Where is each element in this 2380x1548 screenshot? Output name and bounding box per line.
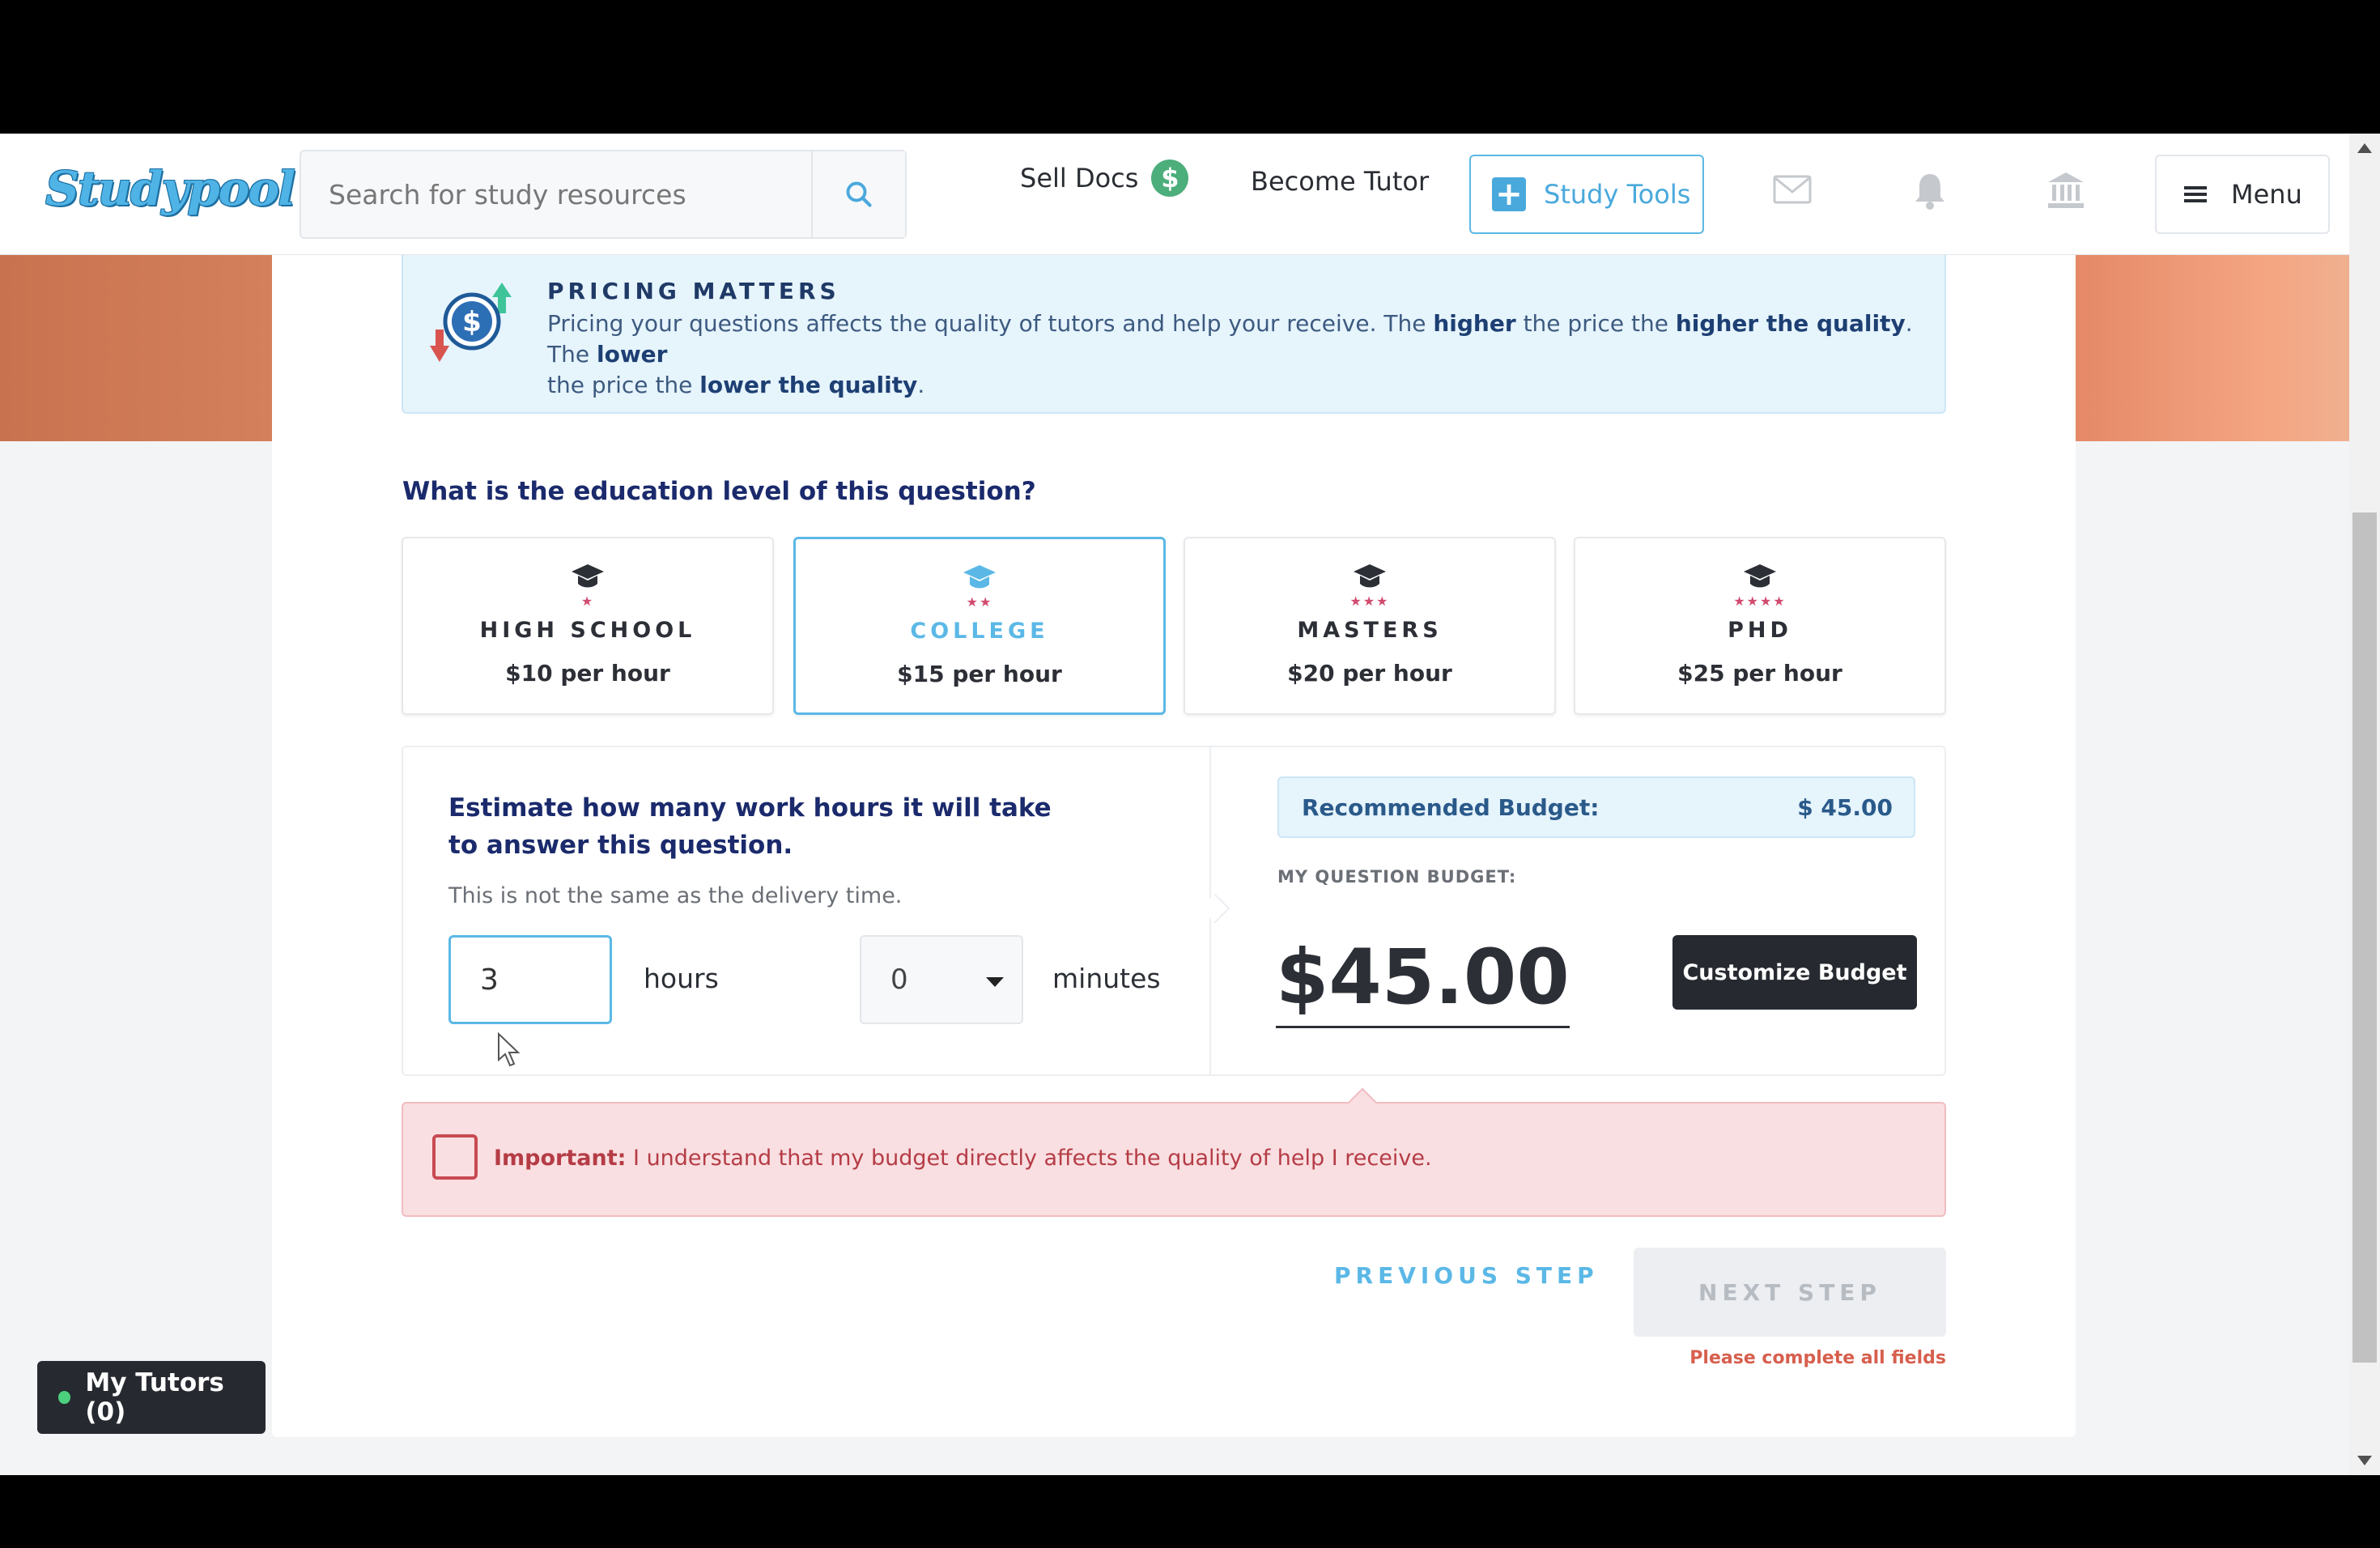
customize-budget-button[interactable]: Customize Budget xyxy=(1672,935,1917,1010)
dollar-icon: $ xyxy=(1151,159,1189,197)
previous-step-button[interactable]: PREVIOUS STEP xyxy=(1334,1262,1599,1289)
bell-icon[interactable] xyxy=(1906,166,1954,215)
estimate-budget-panel: Estimate how many work hours it will tak… xyxy=(402,746,1946,1076)
level-price: $10 per hour xyxy=(505,660,670,687)
search-button[interactable] xyxy=(811,151,905,237)
graduation-cap-icon xyxy=(1354,564,1386,588)
scrollbar-thumb[interactable] xyxy=(2352,512,2377,1363)
sell-docs-label: Sell Docs xyxy=(1020,163,1139,194)
hamburger-icon xyxy=(2184,186,2207,202)
mail-icon[interactable] xyxy=(1768,166,1817,215)
study-tools-button[interactable]: + Study Tools xyxy=(1469,155,1704,234)
incomplete-fields-message: Please complete all fields xyxy=(1689,1348,1946,1368)
level-name: COLLEGE xyxy=(910,619,1049,644)
menu-button[interactable]: Menu xyxy=(2155,155,2330,234)
recommended-budget: Recommended Budget: $ 45.00 xyxy=(1277,776,1915,838)
level-stars: ★★★ xyxy=(1349,593,1390,609)
minutes-value: 0 xyxy=(890,963,908,996)
recommended-budget-value: $ 45.00 xyxy=(1797,793,1893,821)
my-budget-value[interactable]: $45.00 xyxy=(1276,935,1570,1028)
level-price: $15 per hour xyxy=(897,661,1062,687)
level-option-college[interactable]: ★★ COLLEGE $15 per hour xyxy=(793,537,1166,715)
recommended-budget-label: Recommended Budget: xyxy=(1302,793,1600,821)
search-input[interactable] xyxy=(301,151,813,237)
pricing-description: Pricing your questions affects the quali… xyxy=(547,310,1913,398)
svg-text:$: $ xyxy=(462,306,482,338)
level-stars: ★ xyxy=(580,593,595,609)
chevron-down-icon xyxy=(986,977,1004,987)
estimate-hours-question: Estimate how many work hours it will tak… xyxy=(448,793,1052,860)
my-tutors-button[interactable]: My Tutors (0) xyxy=(37,1361,266,1434)
level-price: $25 per hour xyxy=(1677,660,1842,687)
level-price: $20 per hour xyxy=(1287,660,1452,687)
level-name: PHD xyxy=(1728,618,1792,643)
acknowledge-text: Important: I understand that my budget d… xyxy=(494,1146,1432,1171)
become-tutor-link[interactable]: Become Tutor xyxy=(1251,166,1429,197)
my-budget-label: MY QUESTION BUDGET: xyxy=(1277,867,1517,887)
minutes-label: minutes xyxy=(1052,963,1161,994)
graduation-cap-icon xyxy=(963,565,996,589)
level-option-phd[interactable]: ★★★★ PHD $25 per hour xyxy=(1574,537,1946,715)
banner-background-right xyxy=(2076,255,2349,441)
level-name: HIGH SCHOOL xyxy=(479,618,696,643)
level-stars: ★★★★ xyxy=(1733,593,1787,609)
hours-input[interactable] xyxy=(448,935,612,1024)
sell-docs-link[interactable]: Sell Docs $ xyxy=(1020,159,1189,197)
browser-viewport: Studypool Sell Docs $ Become Tutor + Stu… xyxy=(0,134,2380,1475)
vertical-scrollbar[interactable] xyxy=(2349,134,2380,1475)
bank-icon[interactable] xyxy=(2042,166,2090,215)
graduation-cap-icon xyxy=(1744,564,1776,588)
acknowledge-checkbox[interactable] xyxy=(432,1134,478,1180)
scroll-down-icon[interactable] xyxy=(2357,1456,2372,1465)
estimate-subtext: This is not the same as the delivery tim… xyxy=(448,883,903,908)
top-navbar: Studypool Sell Docs $ Become Tutor + Stu… xyxy=(0,134,2349,255)
graduation-cap-icon xyxy=(572,564,604,588)
mouse-cursor-icon xyxy=(498,1032,521,1067)
level-stars: ★★ xyxy=(966,594,993,610)
price-up-down-icon: $ xyxy=(430,283,512,362)
pricing-matters-notice: $ PRICING MATTERS Pricing your questions… xyxy=(402,255,1946,414)
acknowledgement-arrow xyxy=(1347,1087,1378,1118)
my-tutors-label: My Tutors (0) xyxy=(85,1368,224,1427)
menu-label: Menu xyxy=(2231,179,2302,210)
question-form-card: $ PRICING MATTERS Pricing your questions… xyxy=(272,255,2076,1437)
studypool-logo[interactable]: Studypool xyxy=(45,161,295,216)
search-bar xyxy=(300,150,907,239)
scroll-up-icon[interactable] xyxy=(2357,143,2372,153)
minutes-select[interactable]: 0 xyxy=(860,935,1023,1024)
level-name: MASTERS xyxy=(1297,618,1443,643)
study-tools-label: Study Tools xyxy=(1544,179,1691,210)
pricing-title: PRICING MATTERS xyxy=(547,278,840,304)
hours-label: hours xyxy=(644,963,719,994)
level-option-masters[interactable]: ★★★ MASTERS $20 per hour xyxy=(1184,537,1556,715)
education-level-question: What is the education level of this ques… xyxy=(402,477,1036,506)
next-step-button[interactable]: NEXT STEP xyxy=(1634,1248,1946,1337)
panel-divider-arrow xyxy=(1200,893,1230,924)
banner-background-left xyxy=(0,255,272,441)
level-option-high-school[interactable]: ★ HIGH SCHOOL $10 per hour xyxy=(402,537,774,715)
plus-icon: + xyxy=(1492,177,1526,211)
important-acknowledgement: Important: I understand that my budget d… xyxy=(402,1087,1946,1217)
online-status-dot xyxy=(58,1391,71,1404)
search-icon xyxy=(846,181,872,207)
